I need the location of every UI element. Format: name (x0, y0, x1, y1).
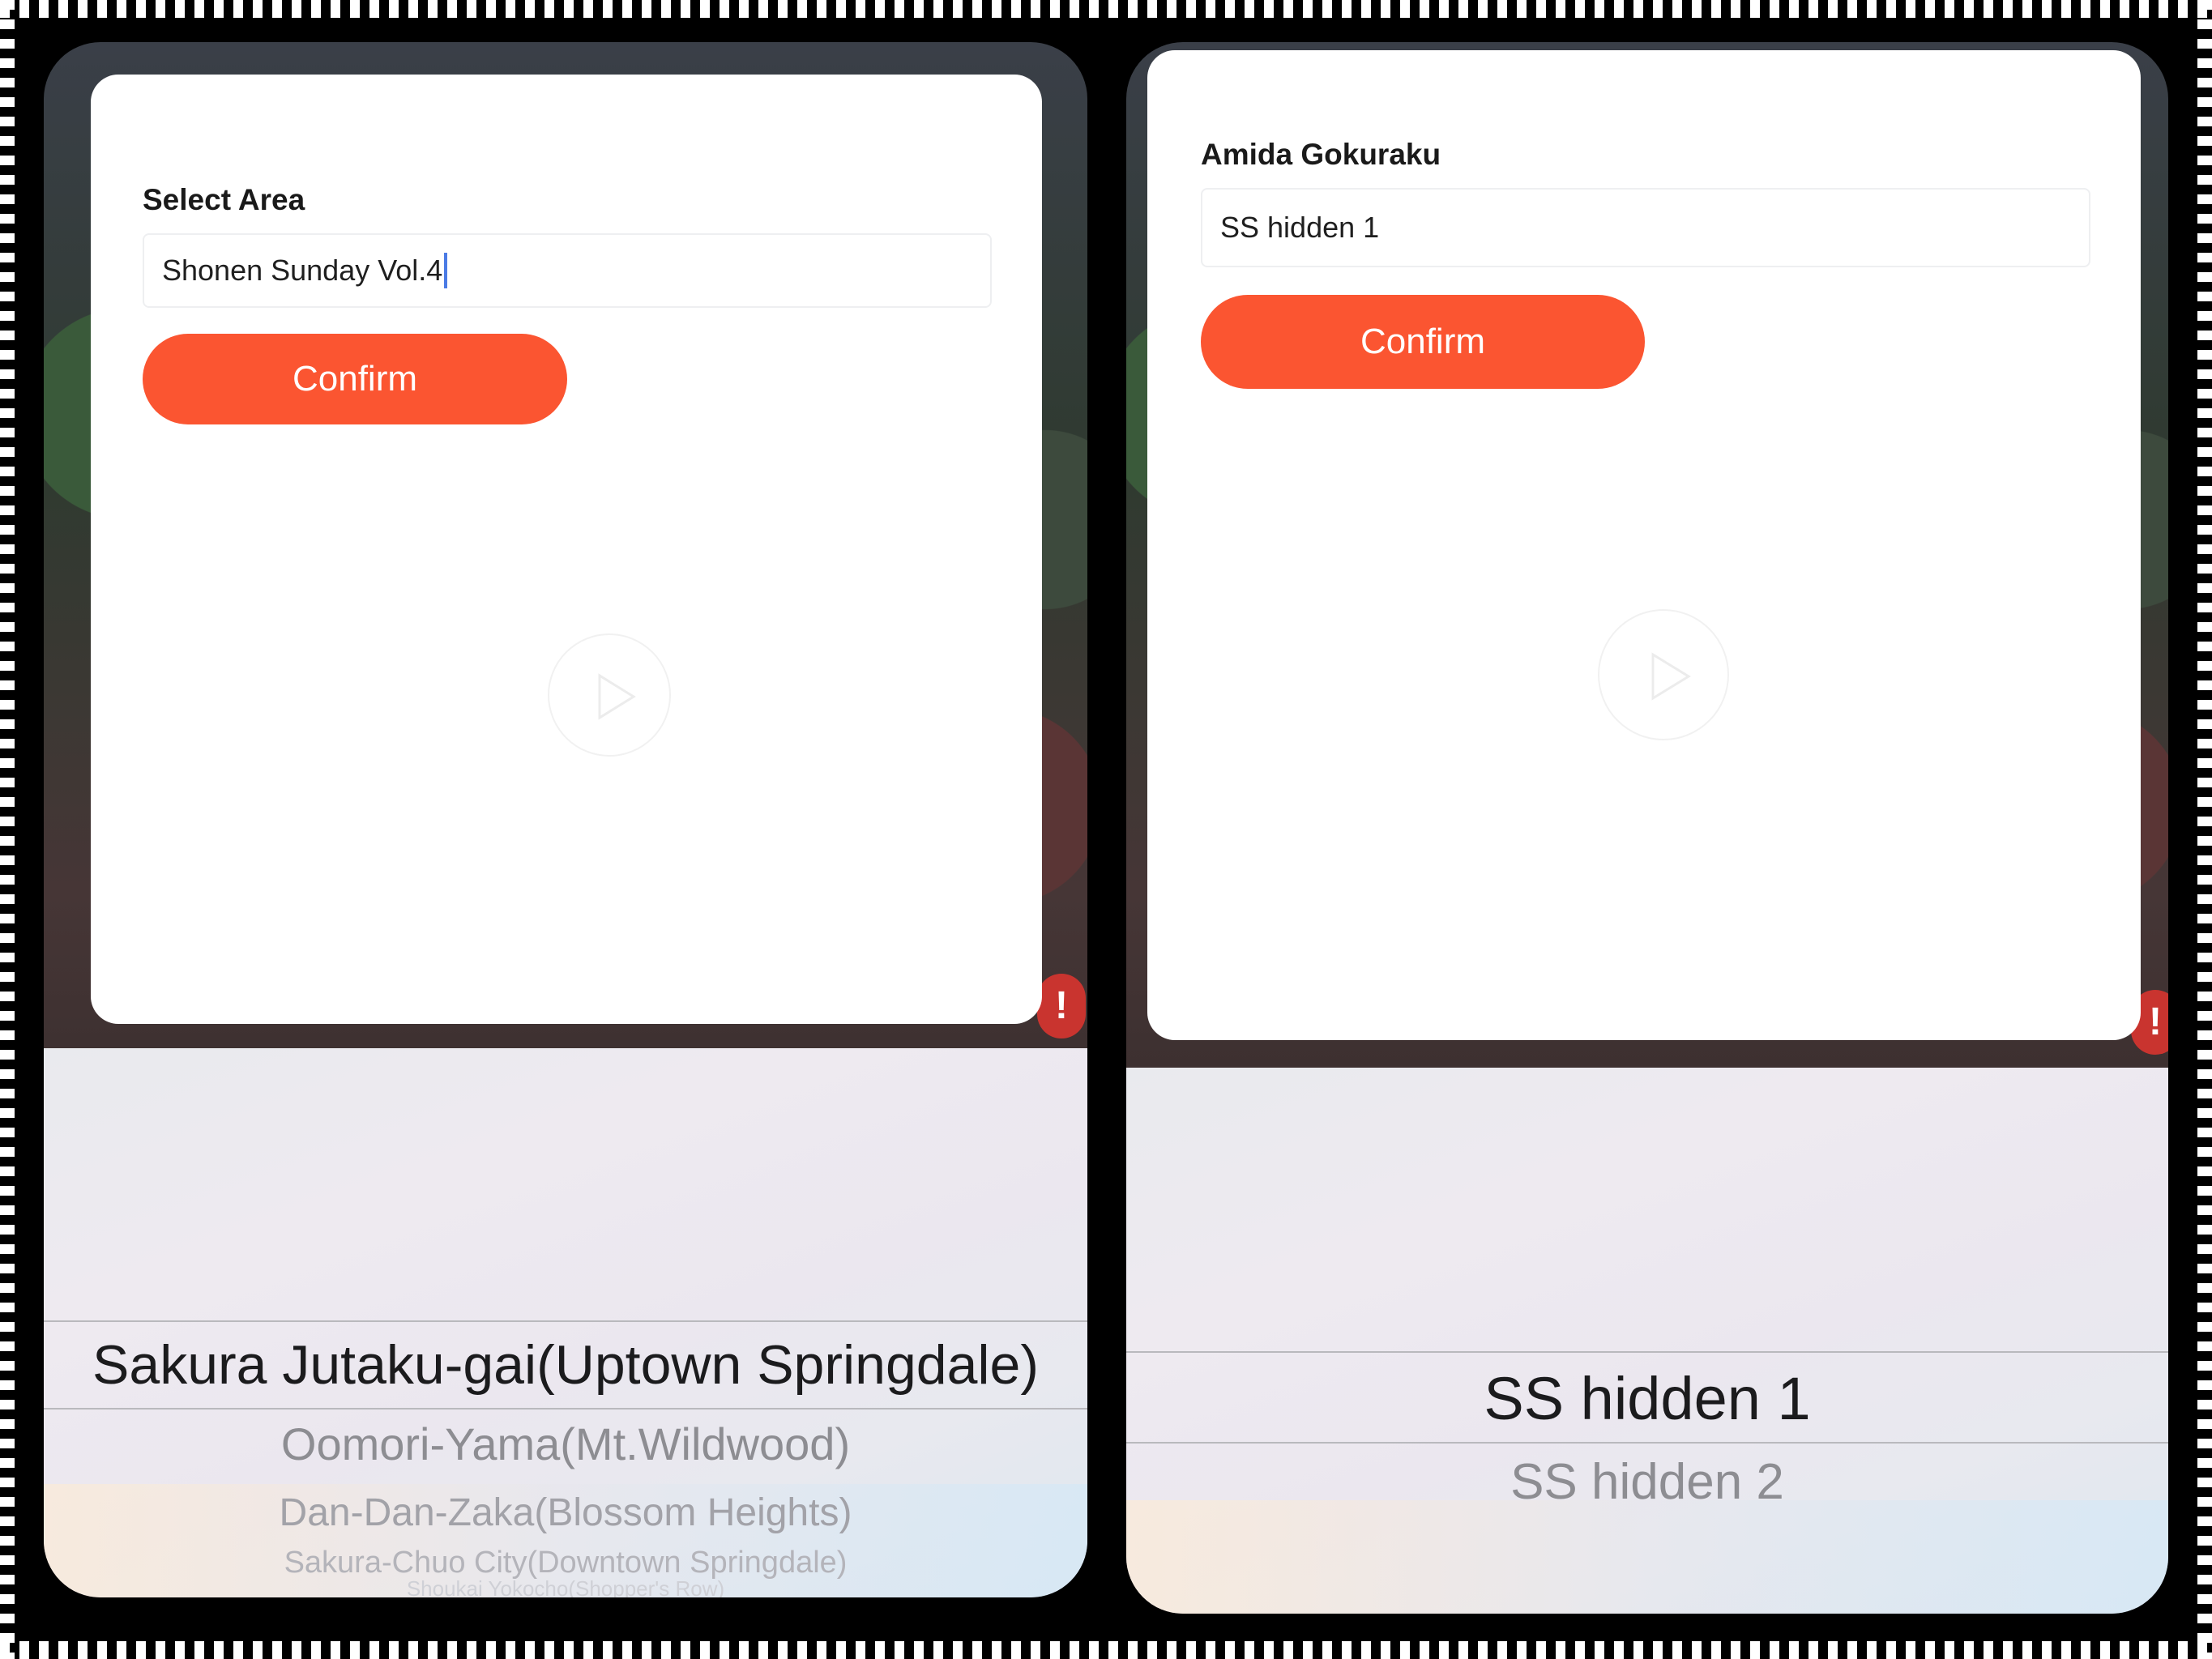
left-screen: ! Select Area Shonen Sunday Vol.4 Confir… (44, 42, 1087, 1597)
dialog-title: Amida Gokuraku (1201, 138, 1441, 171)
picker-option-selected[interactable]: SS hidden 1 (1126, 1364, 2168, 1433)
area-input[interactable]: Shonen Sunday Vol.4 (143, 233, 992, 308)
picker-selection-line-bottom (44, 1408, 1087, 1410)
picker-selection-line-top (1126, 1351, 2168, 1353)
play-icon[interactable] (1598, 609, 1729, 740)
picker-option[interactable]: SS hidden 2 (1126, 1453, 2168, 1511)
confirm-button[interactable]: Confirm (1201, 295, 1645, 389)
frame-border-left (0, 0, 15, 1659)
amida-gokuraku-dialog: Amida Gokuraku SS hidden 1 Confirm (1147, 50, 2141, 1040)
text-caret (444, 253, 448, 288)
picker-option[interactable]: Shoukai Yokocho(Shopper's Row) (44, 1576, 1087, 1597)
confirm-button[interactable]: Confirm (143, 334, 567, 424)
area-input-value: Shonen Sunday Vol.4 (162, 254, 443, 287)
frame-border-top (0, 0, 2212, 18)
right-screen: ! Amida Gokuraku SS hidden 1 Confirm SS … (1126, 42, 2168, 1614)
dialog-title: Select Area (143, 183, 305, 216)
play-icon[interactable] (548, 633, 671, 757)
alert-icon[interactable]: ! (1037, 974, 1086, 1038)
stage-input-value: SS hidden 1 (1220, 211, 1380, 244)
select-area-dialog: Select Area Shonen Sunday Vol.4 Confirm (91, 75, 1042, 1024)
picker-option[interactable]: Dan-Dan-Zaka(Blossom Heights) (44, 1491, 1087, 1535)
picker-option[interactable]: Sakura-Chuo City(Downtown Springdale) (44, 1546, 1087, 1580)
stage-input[interactable]: SS hidden 1 (1201, 188, 2090, 267)
area-picker-wheel[interactable]: Sakura Jutaku-gai(Uptown Springdale) Oom… (44, 1048, 1087, 1597)
stage-picker-wheel[interactable]: SS hidden 1 SS hidden 2 (1126, 1068, 2168, 1614)
picker-option[interactable]: Oomori-Yama(Mt.Wildwood) (44, 1418, 1087, 1470)
picker-option-selected[interactable]: Sakura Jutaku-gai(Uptown Springdale) (44, 1333, 1087, 1397)
frame-border-right (2197, 0, 2212, 1659)
picker-selection-line-top (44, 1320, 1087, 1322)
frame-border-bottom (0, 1641, 2212, 1659)
picker-selection-line-bottom (1126, 1442, 2168, 1444)
